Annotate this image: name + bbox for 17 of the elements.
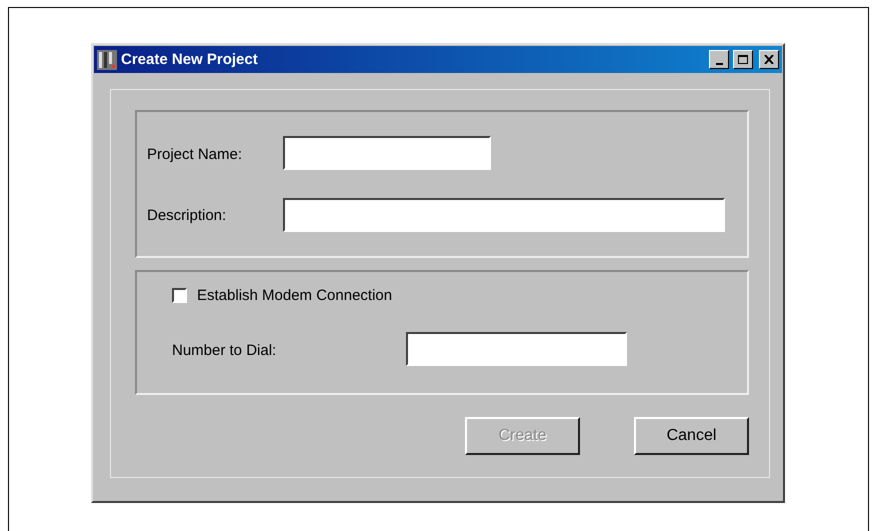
window-title: Create New Project xyxy=(121,51,259,68)
close-button[interactable] xyxy=(759,50,779,69)
minimize-icon xyxy=(716,62,722,64)
close-icon xyxy=(764,55,774,64)
cancel-button[interactable]: Cancel xyxy=(634,417,749,455)
app-icon xyxy=(97,50,117,70)
field-label: Project Name: xyxy=(147,146,242,163)
maximize-icon xyxy=(738,54,748,64)
text-field[interactable] xyxy=(283,198,725,232)
minimize-button[interactable] xyxy=(709,50,729,69)
text-field[interactable] xyxy=(283,136,491,170)
field-label: Number to Dial: xyxy=(172,342,276,359)
checkbox-label: Establish Modem Connection xyxy=(197,287,392,304)
checkbox[interactable] xyxy=(172,288,187,303)
text-field[interactable] xyxy=(406,332,627,366)
field-label: Description: xyxy=(147,207,226,224)
maximize-button[interactable] xyxy=(733,50,753,69)
